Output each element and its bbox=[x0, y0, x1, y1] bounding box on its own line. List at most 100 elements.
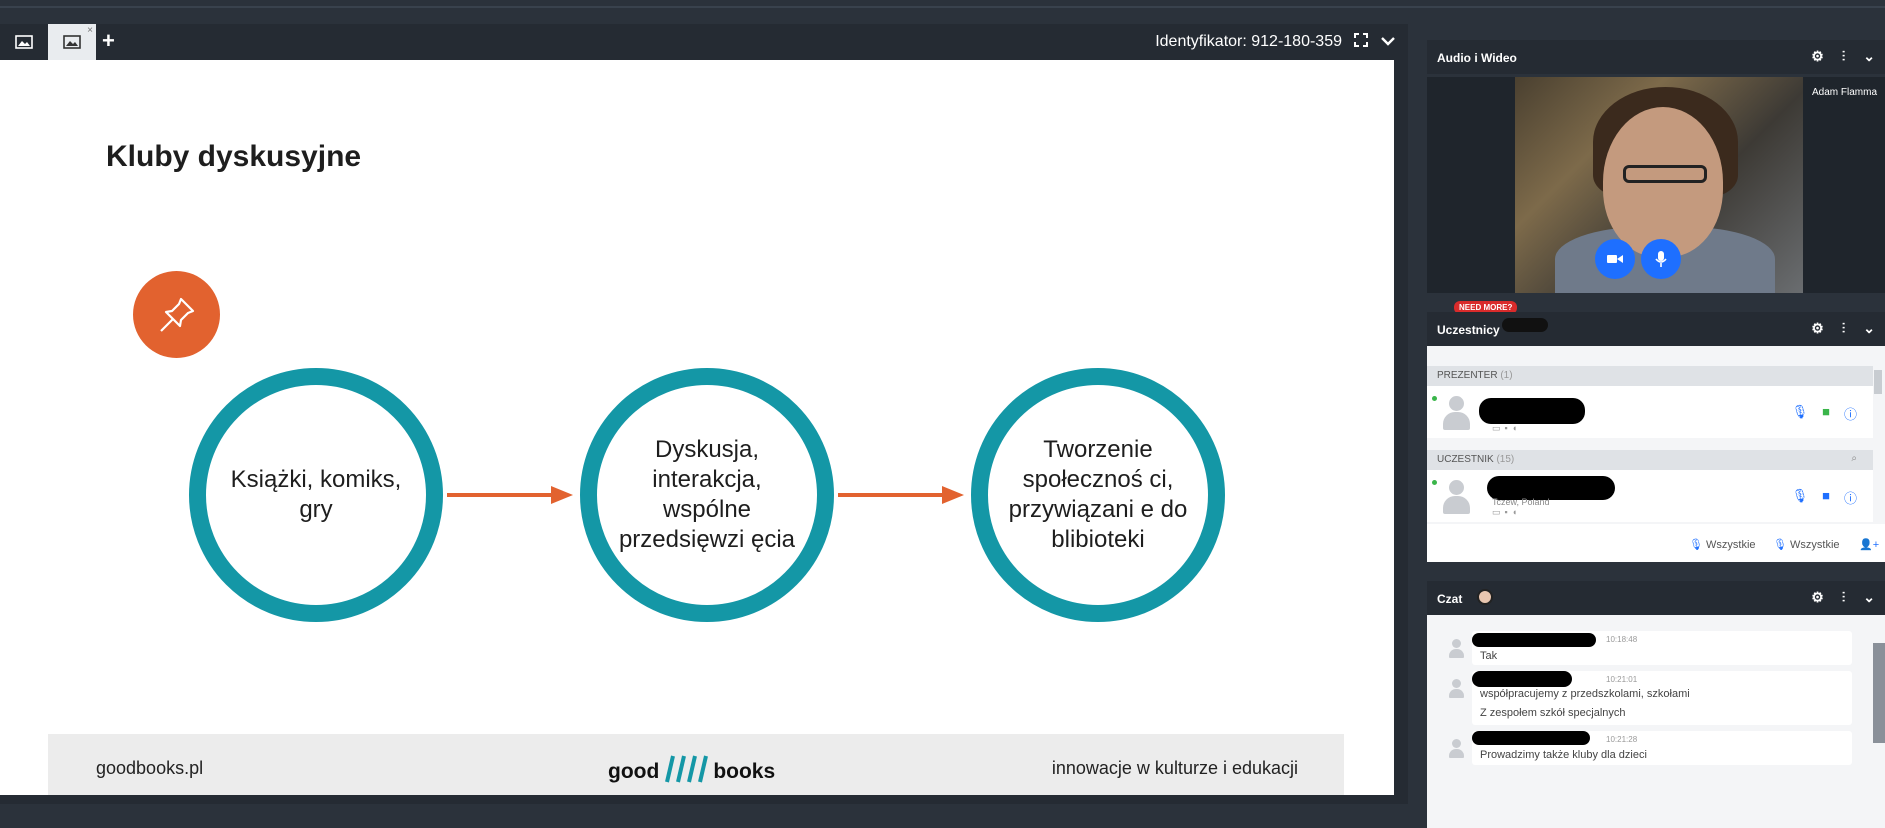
pin-panel-icon[interactable]: ⫶ bbox=[1842, 589, 1846, 606]
expand-icon[interactable] bbox=[1354, 33, 1368, 52]
message-time: 10:21:28 bbox=[1606, 735, 1638, 744]
audio-video-title: Audio i Wideo bbox=[1437, 51, 1517, 65]
add-tab-button[interactable]: + bbox=[102, 28, 115, 54]
footer-tagline: innowacje w kulturze i edukacji bbox=[1051, 758, 1298, 778]
pin-panel-icon[interactable]: ⫶ bbox=[1842, 48, 1846, 65]
video-participant-name: Adam Flamma bbox=[1811, 87, 1877, 98]
cams-all-label: Wszystkie bbox=[1790, 539, 1840, 551]
pin-icon bbox=[133, 271, 220, 358]
participants-footer: 🎙 Wszystkie 🎙 Wszystkie 👤+ bbox=[1427, 524, 1885, 562]
microphone-toggle-button[interactable] bbox=[1641, 239, 1681, 279]
arrow-2 bbox=[838, 486, 964, 504]
cams-all-button[interactable]: 🎙 Wszystkie bbox=[1773, 538, 1840, 551]
mute-all-label: Wszystkie bbox=[1706, 539, 1756, 551]
footer-website: goodbooks.pl bbox=[96, 758, 204, 778]
slide-title: Kluby dyskusyjne bbox=[106, 140, 362, 173]
online-status-dot bbox=[1432, 396, 1437, 401]
info-icon[interactable]: ⓘ bbox=[1844, 488, 1857, 507]
message-text: współpracujemy z przedszkolami, szkołami bbox=[1480, 688, 1690, 700]
tab-slide-2[interactable]: × bbox=[48, 24, 96, 60]
participants-title: Uczestnicy bbox=[1437, 323, 1500, 337]
chevron-down-icon[interactable] bbox=[1380, 34, 1396, 52]
online-status-dot bbox=[1432, 480, 1437, 485]
attendee-group-header: UCZESTNIK (15) ⌕ bbox=[1427, 450, 1873, 470]
redacted-name bbox=[1472, 671, 1572, 687]
microphone-icon[interactable]: 🎙 bbox=[1792, 404, 1809, 423]
gear-icon[interactable]: ⚙ bbox=[1811, 48, 1824, 65]
participants-count-redacted bbox=[1502, 318, 1548, 332]
camera-icon bbox=[1607, 255, 1623, 263]
info-icon[interactable]: ⓘ bbox=[1844, 404, 1857, 423]
webcam-video bbox=[1515, 77, 1803, 293]
chevron-down-icon[interactable]: ⌄ bbox=[1863, 320, 1875, 337]
presenter-count: (1) bbox=[1500, 370, 1513, 381]
search-icon[interactable]: ⌕ bbox=[1851, 453, 1857, 464]
gear-icon[interactable]: ⚙ bbox=[1811, 589, 1824, 606]
participants-header: Uczestnicy ⚙ ⫶ ⌄ bbox=[1427, 312, 1885, 346]
image-icon bbox=[15, 35, 33, 49]
camera-toggle-button[interactable] bbox=[1595, 239, 1635, 279]
step-2-text: Dyskusja, interakcja, wspólne przedsięwz… bbox=[618, 436, 796, 553]
arrow-1 bbox=[447, 486, 573, 504]
tab-slide-1[interactable] bbox=[0, 24, 48, 60]
avatar bbox=[1447, 639, 1465, 659]
chat-header: Czat ⚙ ⫶ ⌄ bbox=[1427, 581, 1885, 615]
mute-all-button[interactable]: 🎙 Wszystkie bbox=[1689, 538, 1756, 551]
microphone-icon[interactable]: 🎙 bbox=[1792, 488, 1809, 507]
participant-row-presenter[interactable]: ▭▪◖ 🎙 ■ ⓘ bbox=[1427, 386, 1873, 438]
microphone-icon: 🎙 bbox=[1689, 539, 1703, 551]
participants-list: PREZENTER (1) ▭▪◖ 🎙 ■ ⓘ UCZESTNIK (15) ⌕… bbox=[1427, 346, 1885, 562]
presentation-bottom-bar bbox=[0, 795, 1408, 804]
avatar bbox=[1439, 394, 1473, 432]
message-text: Tak bbox=[1480, 650, 1498, 662]
chat-message: 10:21:01 współpracujemy z przedszkolami,… bbox=[1472, 671, 1852, 725]
microphone-icon bbox=[1655, 251, 1667, 267]
audio-video-body: Adam Flamma bbox=[1427, 77, 1885, 293]
device-status-icons: ▭▪◖ bbox=[1492, 423, 1522, 433]
chat-title: Czat bbox=[1437, 592, 1463, 606]
redacted-name bbox=[1479, 398, 1585, 424]
chevron-down-icon[interactable]: ⌄ bbox=[1863, 589, 1875, 606]
message-time: 10:21:01 bbox=[1606, 675, 1638, 684]
add-user-icon[interactable]: 👤+ bbox=[1859, 538, 1879, 551]
audio-video-header: Audio i Wideo ⚙ ⫶ ⌄ bbox=[1427, 40, 1885, 74]
chat-message: 10:18:48 Tak bbox=[1472, 631, 1852, 665]
avatar bbox=[1447, 739, 1465, 759]
presentation-right-edge bbox=[1394, 60, 1408, 804]
goodbooks-logo: good books bbox=[608, 744, 775, 784]
participant-row-attendee[interactable]: Tczew, Poland ▭▪◖ 🎙 ■ ⓘ bbox=[1427, 470, 1873, 522]
close-tab-button[interactable]: × bbox=[87, 25, 93, 36]
camera-icon[interactable]: ■ bbox=[1822, 488, 1830, 507]
camera-icon: 🎙 bbox=[1773, 539, 1787, 551]
participant-location: Tczew, Poland bbox=[1492, 497, 1550, 507]
chevron-down-icon[interactable]: ⌄ bbox=[1863, 48, 1875, 65]
step-circle-2: Dyskusja, interakcja, wspólne przedsięwz… bbox=[580, 368, 834, 622]
participants-scrollbar[interactable] bbox=[1874, 370, 1882, 394]
books-mark-icon bbox=[665, 755, 709, 783]
logo-books: books bbox=[713, 760, 776, 783]
chat-messages: 10:18:48 Tak 10:21:01 współpracujemy z p… bbox=[1427, 615, 1885, 828]
presenter-group-label: PREZENTER bbox=[1437, 370, 1498, 381]
slide: Kluby dyskusyjne Książki, komiks, gry Dy… bbox=[0, 60, 1394, 804]
step-3-text: Tworzenie społecznoś ci, przywiązani e d… bbox=[1008, 436, 1188, 553]
redacted-name bbox=[1472, 633, 1596, 647]
message-text: Prowadzimy także kluby dla dzieci bbox=[1480, 749, 1647, 761]
attendee-group-label: UCZESTNIK bbox=[1437, 454, 1494, 465]
attendee-count: (15) bbox=[1496, 454, 1515, 465]
meeting-id: Identyfikator: 912-180-359 bbox=[1155, 33, 1342, 50]
message-text: Z zespołem szkół specjalnych bbox=[1480, 707, 1626, 719]
side-tab[interactable] bbox=[1873, 643, 1885, 743]
side-panels: Audio i Wideo ⚙ ⫶ ⌄ Adam Flamma NEED MOR… bbox=[1414, 24, 1885, 828]
logo-good: good bbox=[608, 760, 660, 783]
pin-panel-icon[interactable]: ⫶ bbox=[1842, 320, 1846, 337]
top-bar bbox=[0, 0, 1885, 8]
gear-icon[interactable]: ⚙ bbox=[1811, 320, 1824, 337]
camera-icon[interactable]: ■ bbox=[1822, 404, 1830, 423]
chat-message: 10:21:28 Prowadzimy także kluby dla dzie… bbox=[1472, 731, 1852, 765]
chat-avatar bbox=[1477, 589, 1493, 605]
slide-footer: goodbooks.pl good books innowacje w kult… bbox=[48, 734, 1344, 804]
presentation-toolbar: × + Identyfikator: 912-180-359 bbox=[0, 24, 1408, 60]
avatar bbox=[1447, 679, 1465, 699]
image-icon bbox=[63, 35, 81, 49]
avatar bbox=[1439, 478, 1473, 516]
